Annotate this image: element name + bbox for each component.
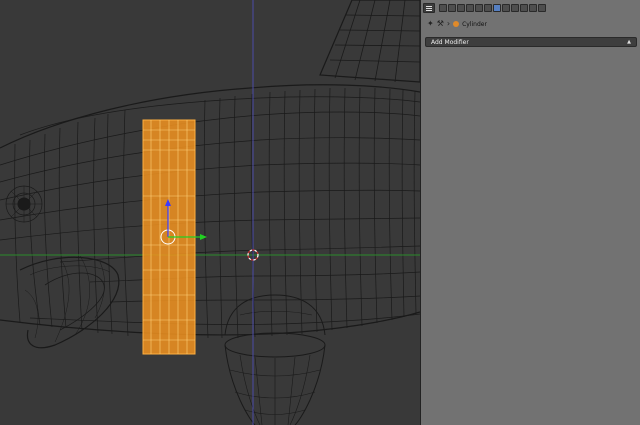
render-icon[interactable] bbox=[439, 3, 447, 12]
properties-editor: ✦ ⚒ › Cylinder Add Modifier ▲ bbox=[420, 0, 640, 425]
editor-type-icon[interactable] bbox=[423, 2, 435, 13]
fuselage-wireframe bbox=[0, 84, 420, 339]
chevron-right-icon: › bbox=[446, 19, 451, 28]
object-data-icon bbox=[453, 21, 460, 27]
render-layers-icon[interactable] bbox=[448, 3, 456, 12]
nose-detail-wireframe bbox=[5, 185, 43, 223]
tail-fin-wireframe bbox=[319, 0, 420, 83]
object-name: Cylinder bbox=[462, 20, 487, 28]
object-icon[interactable] bbox=[475, 3, 483, 12]
add-modifier-label: Add Modifier bbox=[431, 38, 469, 46]
constraints-icon[interactable] bbox=[484, 3, 492, 12]
gear-wireframe bbox=[224, 294, 326, 425]
texture-icon[interactable] bbox=[520, 3, 528, 12]
world-icon[interactable] bbox=[466, 3, 474, 12]
viewport-canvas[interactable] bbox=[0, 0, 420, 425]
y-arrow-head[interactable] bbox=[200, 234, 207, 240]
wrench-icon: ⚒ bbox=[436, 19, 444, 28]
material-icon[interactable] bbox=[511, 3, 519, 12]
add-modifier-button[interactable]: Add Modifier ▲ bbox=[425, 37, 637, 47]
scene-icon[interactable] bbox=[457, 3, 465, 12]
3d-viewport[interactable] bbox=[0, 0, 420, 425]
blender-window: ✦ ⚒ › Cylinder Add Modifier ▲ bbox=[0, 0, 640, 425]
intake-wireframe bbox=[19, 255, 120, 349]
modifiers-icon[interactable] bbox=[493, 3, 501, 12]
data-icon[interactable] bbox=[502, 3, 510, 12]
context-path: ✦ ⚒ › Cylinder bbox=[421, 17, 640, 31]
physics-icon[interactable] bbox=[538, 3, 546, 12]
chevron-down-icon: ▲ bbox=[627, 39, 631, 45]
pin-icon[interactable]: ✦ bbox=[427, 20, 434, 28]
particles-icon[interactable] bbox=[529, 3, 537, 12]
properties-header bbox=[421, 0, 640, 15]
